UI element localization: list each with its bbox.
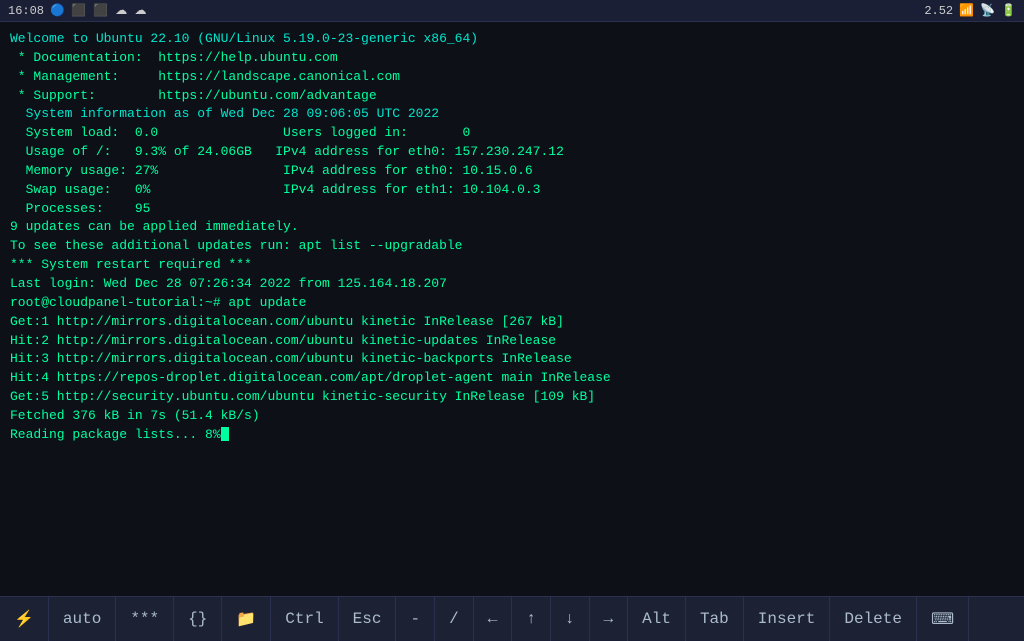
esc-item[interactable]: Esc: [339, 597, 397, 641]
terminal-line: System load: 0.0 Users logged in: 0: [10, 124, 1014, 143]
terminal-line: Fetched 376 kB in 7s (51.4 kB/s): [10, 407, 1014, 426]
terminal-line: Swap usage: 0% IPv4 address for eth1: 10…: [10, 181, 1014, 200]
keyboard-item-icon: ⌨: [931, 609, 954, 629]
delete-item[interactable]: Delete: [830, 597, 917, 641]
delete-item-icon: Delete: [844, 610, 902, 628]
time-display: 16:08: [8, 4, 44, 18]
up-arrow-item[interactable]: ↑: [512, 597, 551, 641]
braces-item-icon: {}: [188, 610, 207, 628]
braces-item[interactable]: {}: [174, 597, 222, 641]
keyboard-item[interactable]: ⌨: [917, 597, 969, 641]
left-arrow-item[interactable]: ←: [474, 597, 513, 641]
auto-item[interactable]: auto: [49, 597, 116, 641]
terminal-line: Last login: Wed Dec 28 07:26:34 2022 fro…: [10, 275, 1014, 294]
cursor: [221, 427, 229, 441]
dash-item-icon: -: [410, 610, 420, 628]
insert-item-icon: Insert: [758, 610, 816, 628]
battery-icon: 🔋: [1001, 3, 1016, 18]
ctrl-item-icon: Ctrl: [285, 610, 323, 628]
slash-item[interactable]: /: [435, 597, 474, 641]
status-right: 2.52 📶 📡 🔋: [924, 3, 1016, 18]
auto-item-icon: auto: [63, 610, 101, 628]
terminal-line: *** System restart required ***: [10, 256, 1014, 275]
down-arrow-item-icon: ↓: [565, 610, 575, 628]
terminal-line: root@cloudpanel-tutorial:~# apt update: [10, 294, 1014, 313]
right-arrow-item-icon: →: [604, 610, 614, 628]
tab-item[interactable]: Tab: [686, 597, 744, 641]
status-icons: ⬛ ⬛ ☁ ☁: [71, 3, 147, 18]
insert-item[interactable]: Insert: [744, 597, 831, 641]
tab-item-icon: Tab: [700, 610, 729, 628]
terminal-line: System information as of Wed Dec 28 09:0…: [10, 105, 1014, 124]
asterisk-item-icon: ***: [130, 610, 159, 628]
ctrl-item[interactable]: Ctrl: [271, 597, 338, 641]
folder-item-icon: 📁: [236, 609, 256, 629]
slash-item-icon: /: [449, 610, 459, 628]
esc-item-icon: Esc: [353, 610, 382, 628]
toolbar[interactable]: ⚡ auto *** {} 📁 Ctrl Esc - / ← ↑ ↓ → Alt Tab Insert Dele…: [0, 596, 1024, 640]
terminal-line: Welcome to Ubuntu 22.10 (GNU/Linux 5.19.…: [10, 30, 1014, 49]
terminal-line: 9 updates can be applied immediately.: [10, 218, 1014, 237]
down-arrow-item[interactable]: ↓: [551, 597, 590, 641]
terminal-line: Hit:2 http://mirrors.digitalocean.com/ub…: [10, 332, 1014, 351]
terminal-icon-item[interactable]: ⚡: [0, 597, 49, 641]
signal-icon: 📡: [980, 3, 995, 18]
terminal-line: Hit:4 https://repos-droplet.digitalocean…: [10, 369, 1014, 388]
terminal-line: Get:5 http://security.ubuntu.com/ubuntu …: [10, 388, 1014, 407]
alt-item-icon: Alt: [642, 610, 671, 628]
speed-display: 2.52: [924, 4, 953, 18]
status-bar: 16:08 🔵 ⬛ ⬛ ☁ ☁ 2.52 📶 📡 🔋: [0, 0, 1024, 22]
status-left: 16:08 🔵 ⬛ ⬛ ☁ ☁: [8, 3, 146, 18]
bluetooth-icon: 🔵: [50, 3, 65, 18]
terminal-line: To see these additional updates run: apt…: [10, 237, 1014, 256]
terminal-line: Hit:3 http://mirrors.digitalocean.com/ub…: [10, 350, 1014, 369]
terminal-line: Memory usage: 27% IPv4 address for eth0:…: [10, 162, 1014, 181]
alt-item[interactable]: Alt: [628, 597, 686, 641]
terminal-line: Usage of /: 9.3% of 24.06GB IPv4 address…: [10, 143, 1014, 162]
terminal-line: Reading package lists... 8%: [10, 426, 1014, 445]
asterisk-item[interactable]: ***: [116, 597, 174, 641]
terminal-line: Get:1 http://mirrors.digitalocean.com/ub…: [10, 313, 1014, 332]
terminal-line: * Support: https://ubuntu.com/advantage: [10, 87, 1014, 106]
up-arrow-item-icon: ↑: [526, 610, 536, 628]
wifi-icon: 📶: [959, 3, 974, 18]
terminal-line: Processes: 95: [10, 200, 1014, 219]
terminal-area[interactable]: Welcome to Ubuntu 22.10 (GNU/Linux 5.19.…: [0, 22, 1024, 596]
folder-item[interactable]: 📁: [222, 597, 271, 641]
right-arrow-item[interactable]: →: [590, 597, 629, 641]
terminal-line: * Documentation: https://help.ubuntu.com: [10, 49, 1014, 68]
left-arrow-item-icon: ←: [488, 610, 498, 628]
dash-item[interactable]: -: [396, 597, 435, 641]
terminal-icon-item-icon: ⚡: [14, 609, 34, 629]
terminal-line: * Management: https://landscape.canonica…: [10, 68, 1014, 87]
